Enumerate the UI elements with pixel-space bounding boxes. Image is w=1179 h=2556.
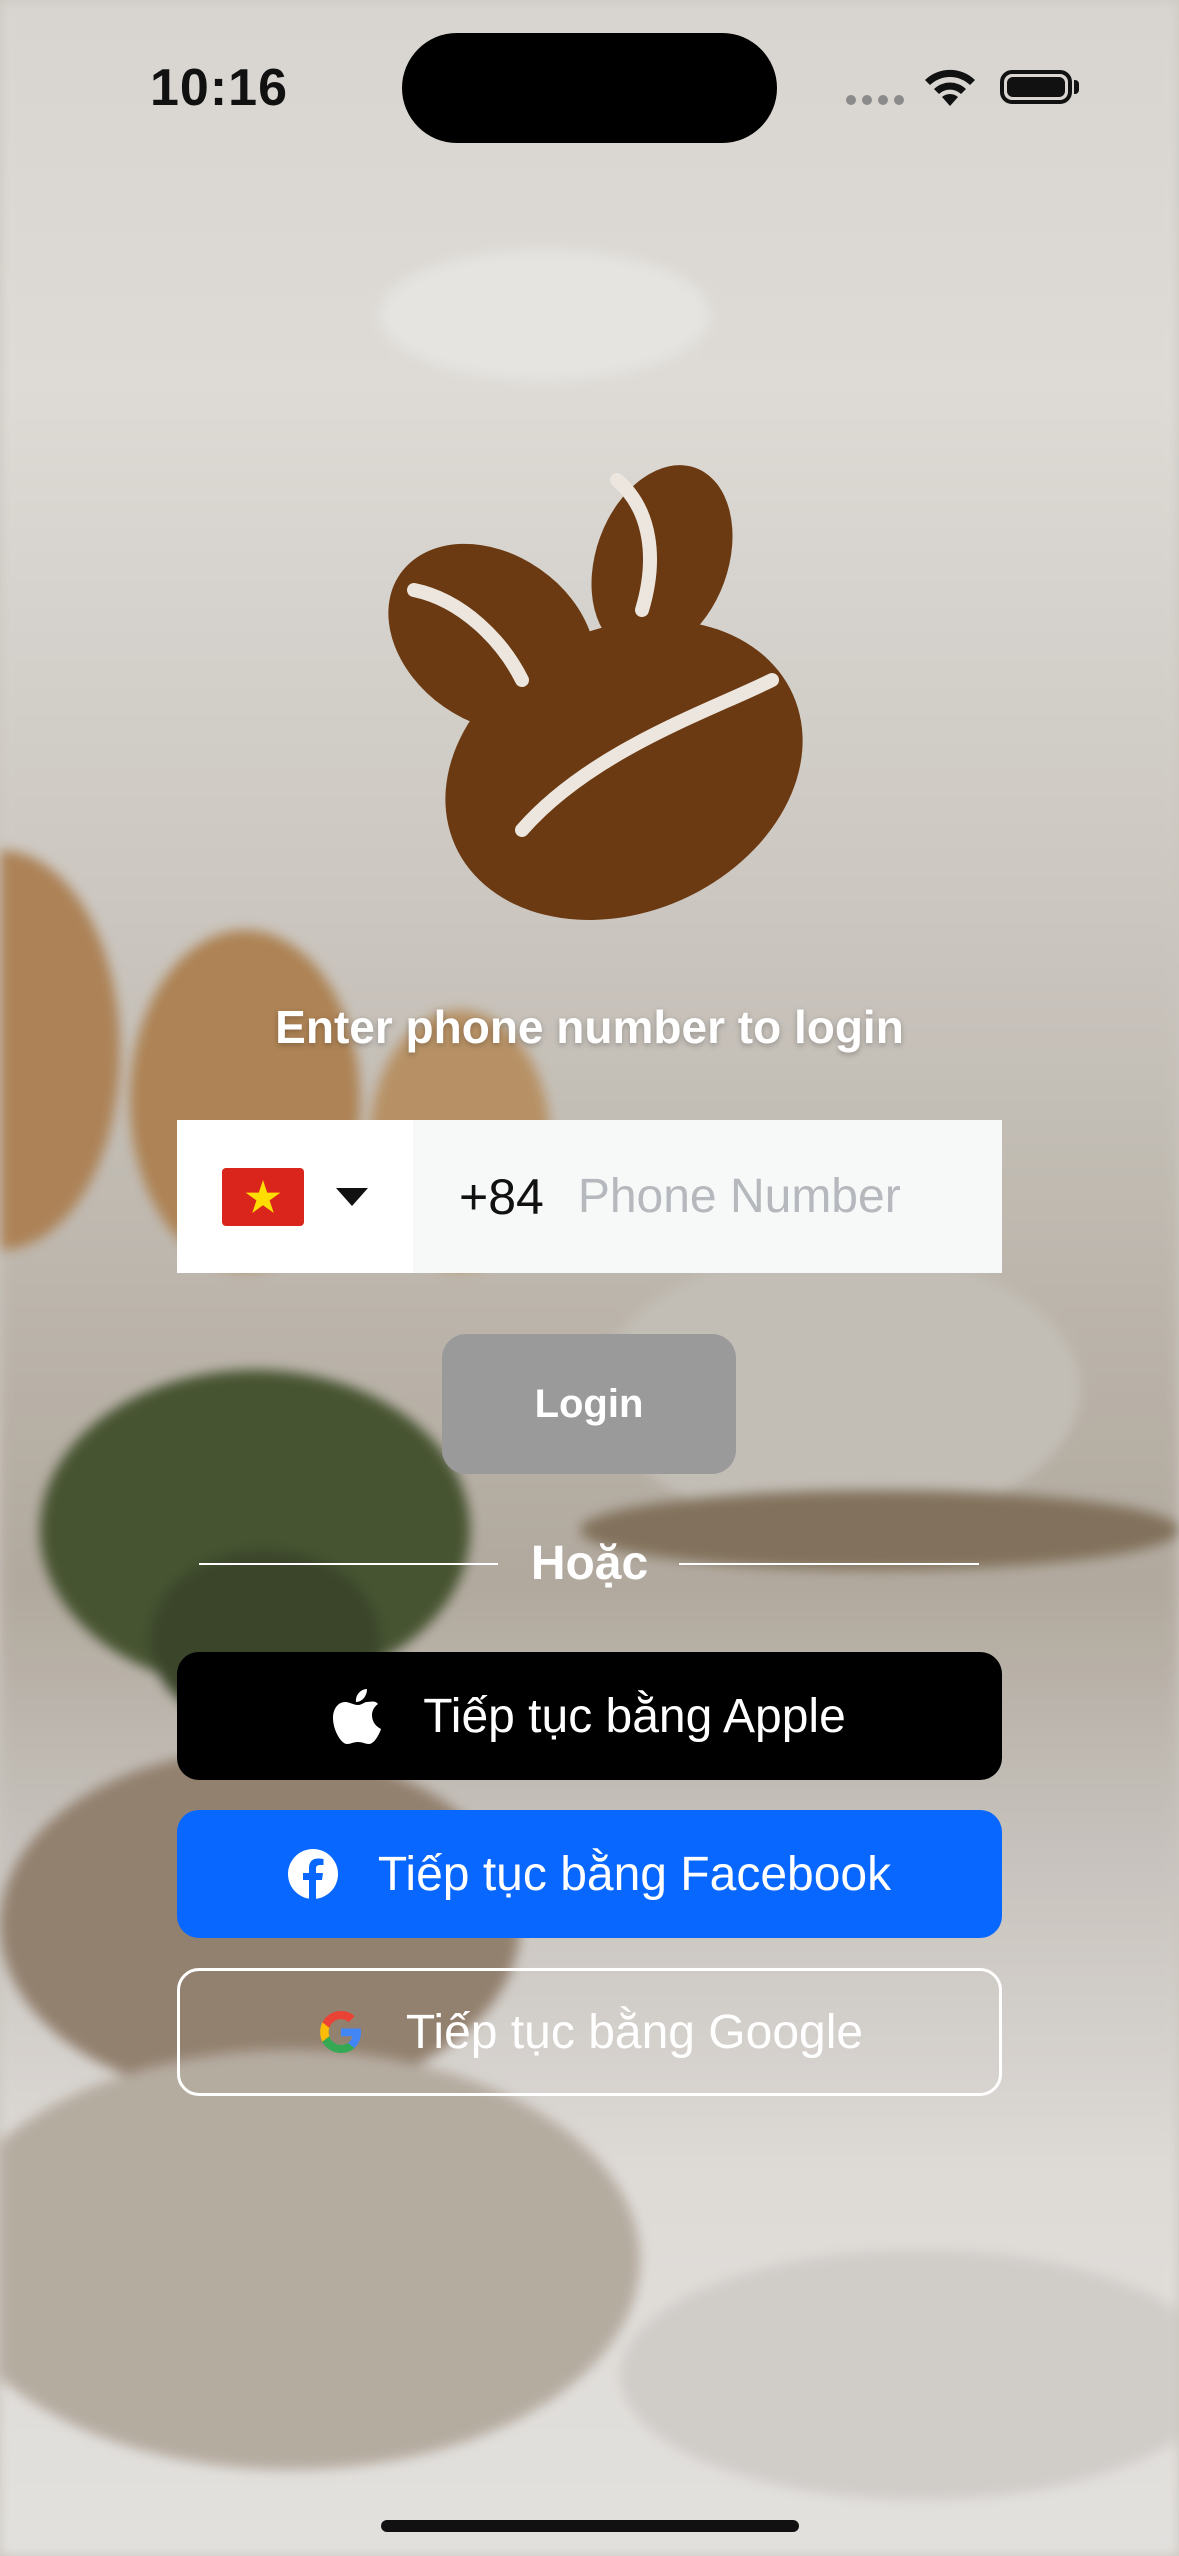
battery-icon bbox=[1000, 70, 1072, 104]
wifi-icon bbox=[925, 69, 975, 106]
divider-line-right bbox=[679, 1563, 979, 1565]
facebook-icon bbox=[287, 1849, 338, 1899]
dynamic-island bbox=[402, 33, 777, 143]
status-time: 10:16 bbox=[150, 59, 288, 117]
coffee-beans-logo bbox=[388, 465, 803, 920]
phone-number-field: +84 bbox=[413, 1120, 1002, 1273]
apple-button-label: Tiếp tục bằng Apple bbox=[423, 1689, 846, 1743]
country-picker[interactable] bbox=[177, 1120, 413, 1273]
vietnam-flag-icon bbox=[222, 1167, 304, 1226]
country-code: +84 bbox=[459, 1168, 544, 1225]
or-label: Hoặc bbox=[530, 1537, 649, 1590]
apple-icon bbox=[333, 1689, 382, 1744]
google-button-label: Tiếp tục bằng Google bbox=[405, 2005, 864, 2059]
login-button[interactable]: Login bbox=[442, 1334, 736, 1474]
cellular-signal-icon bbox=[846, 92, 910, 110]
login-prompt: Enter phone number to login bbox=[275, 1001, 904, 1053]
facebook-button-label: Tiếp tục bằng Facebook bbox=[377, 1847, 892, 1901]
continue-with-google-button[interactable]: Tiếp tục bằng Google bbox=[177, 1968, 1002, 2096]
phone-input-group: +84 bbox=[177, 1120, 1002, 1273]
chevron-down-icon bbox=[336, 1187, 368, 1206]
status-bar: 10:16 bbox=[0, 0, 1179, 170]
google-icon bbox=[320, 2011, 361, 2053]
continue-with-facebook-button[interactable]: Tiếp tục bằng Facebook bbox=[177, 1810, 1002, 1938]
continue-with-apple-button[interactable]: Tiếp tục bằng Apple bbox=[177, 1652, 1002, 1780]
or-divider: Hoặc bbox=[0, 1530, 1179, 1600]
phone-number-input[interactable] bbox=[575, 1168, 1000, 1225]
home-indicator[interactable] bbox=[381, 2520, 799, 2532]
background-tint bbox=[0, 0, 1179, 2556]
battery-cap bbox=[1074, 80, 1079, 94]
